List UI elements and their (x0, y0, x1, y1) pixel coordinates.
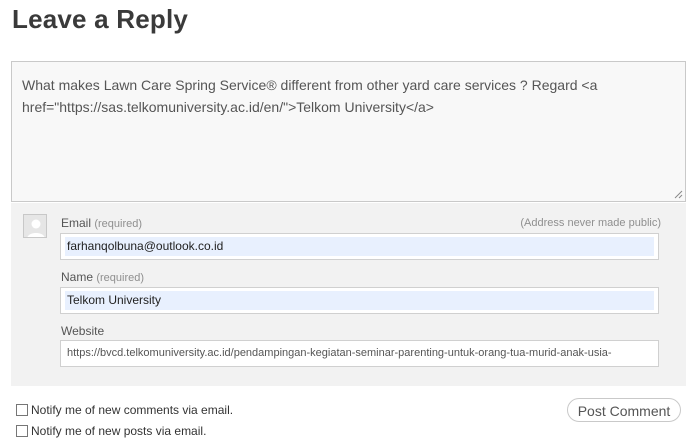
website-value[interactable]: https://bvcd.telkomuniversity.ac.id/pend… (65, 344, 654, 363)
comment-text[interactable]: What makes Lawn Care Spring Service® dif… (22, 74, 675, 118)
page-title: Leave a Reply (12, 4, 189, 34)
name-value[interactable]: Telkom University (65, 291, 654, 310)
resize-handle-icon[interactable] (673, 189, 683, 199)
email-required-note: (required) (94, 218, 143, 230)
notify-posts-label[interactable]: Notify me of new posts via email. (31, 424, 206, 438)
email-value[interactable]: farhanqolbuna@outlook.co.id (65, 237, 654, 256)
name-required-note: (required) (96, 272, 145, 284)
email-label-text: Email (61, 216, 92, 230)
comment-textarea[interactable]: What makes Lawn Care Spring Service® dif… (11, 61, 686, 202)
comment-identity-panel: Email (required) (Address never made pub… (11, 203, 686, 386)
email-label: Email (required) (61, 216, 142, 230)
website-label-text: Website (61, 324, 105, 338)
email-privacy-note: (Address never made public) (520, 217, 661, 229)
post-comment-button[interactable]: Post Comment (567, 398, 681, 422)
name-field[interactable]: Telkom University (60, 287, 659, 314)
notify-comments-option[interactable]: Notify me of new comments via email. (16, 403, 233, 417)
default-avatar-icon (23, 214, 47, 238)
website-label: Website (61, 324, 104, 338)
email-field[interactable]: farhanqolbuna@outlook.co.id (60, 233, 659, 260)
website-field[interactable]: https://bvcd.telkomuniversity.ac.id/pend… (60, 340, 659, 367)
notify-comments-checkbox[interactable] (16, 404, 28, 416)
name-label: Name (required) (61, 270, 144, 284)
notify-posts-option[interactable]: Notify me of new posts via email. (16, 424, 206, 438)
notify-comments-label[interactable]: Notify me of new comments via email. (31, 403, 233, 417)
name-label-text: Name (61, 270, 94, 284)
notify-posts-checkbox[interactable] (16, 425, 28, 437)
